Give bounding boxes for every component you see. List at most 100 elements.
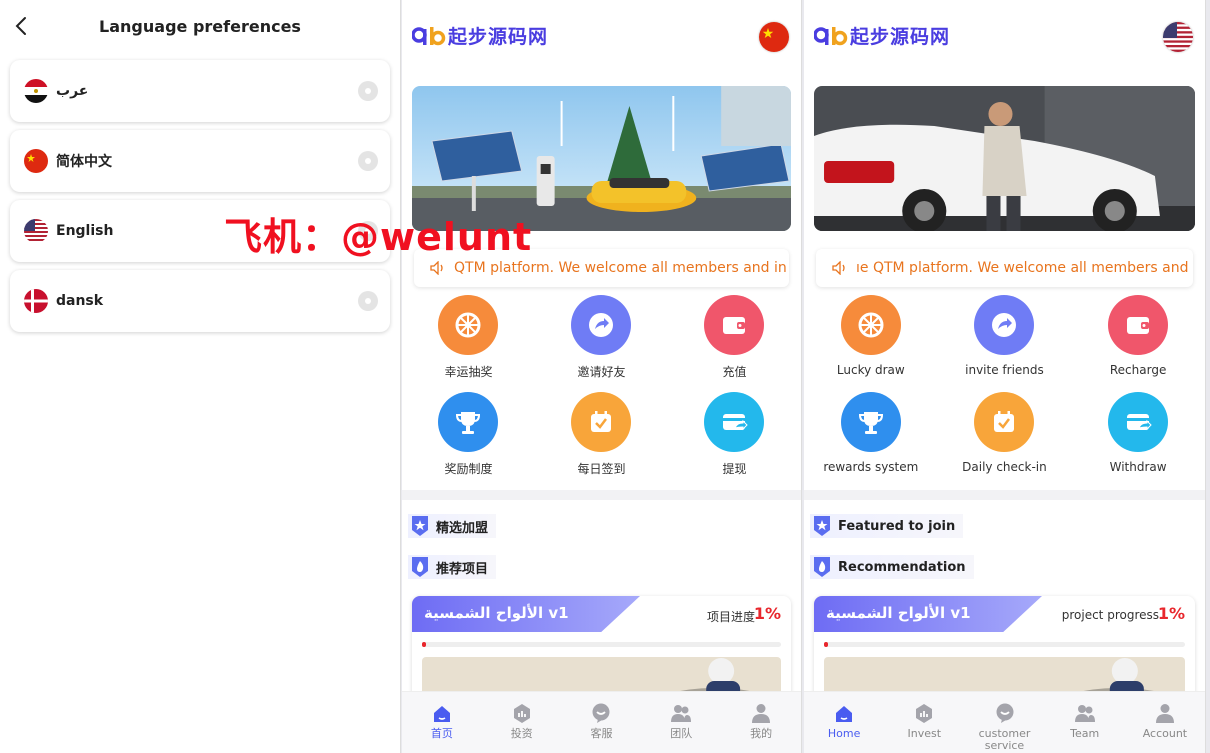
progress-track [422,642,781,647]
home-icon [836,706,853,722]
calendar-check-icon [571,392,632,452]
progress-track [824,642,1185,647]
grid-item-card[interactable]: Withdraw [1071,392,1205,489]
grid-label: 充值 [722,365,747,379]
wallet-icon [1108,295,1169,355]
home-screen-english: 起步源码网 ıe QTM platform. We welcome all me… [804,0,1206,753]
tab-chat[interactable]: 客服 [562,692,642,753]
tab-label: customer service [978,727,1031,752]
banner-ev-charging[interactable] [814,86,1195,231]
invest-icon [916,704,933,723]
language-radio[interactable] [358,291,378,311]
wheel-icon [840,295,901,355]
grid-label: rewards system [823,460,919,474]
top-bar: 起步源码网 [804,0,1205,66]
grid-item-trophy[interactable]: 奖励制度 [402,392,535,489]
grid-item-calendar-check[interactable]: Daily check-in [938,392,1072,489]
tab-home[interactable]: Home [804,692,884,753]
tab-account[interactable]: Account [1125,692,1205,753]
language-option-danish[interactable]: dansk [10,270,390,332]
tab-label: 首页 [430,727,453,740]
grid-item-share-arrow[interactable]: invite friends [938,295,1072,392]
tab-account[interactable]: 我的 [721,692,801,753]
notice-bar[interactable]: ıe QTM platform. We welcome all members … [816,249,1193,287]
grid-label: 提现 [722,462,747,476]
watermark-text: 飞机：@welunt [224,215,533,259]
tab-invest[interactable]: 投资 [482,692,562,753]
banner-image [814,86,1195,231]
back-arrow-icon[interactable] [12,14,32,38]
grid-item-wheel[interactable]: Lucky draw [804,295,938,392]
progress-fill [422,642,426,647]
tab-label: Team [1070,727,1100,740]
tab-label: 投资 [510,727,533,740]
tab-invest[interactable]: Invest [884,692,964,753]
usa-flag-icon [24,219,48,243]
egypt-flag-icon [24,79,48,103]
home-screen-chinese: 起步源码网 QTM platform. We welcome all membe… [402,0,802,753]
grid-label: invite friends [965,363,1044,377]
denmark-flag-icon [24,289,48,313]
project-header: الألواح الشمسية v1 project progress 1% [814,596,1195,632]
project-name: الألواح الشمسية v1 [826,604,971,622]
tab-chat[interactable]: customer service [964,692,1044,753]
lang-header: Language preferences [0,0,400,52]
usa-flag-icon[interactable] [1163,22,1193,52]
grid-item-trophy[interactable]: rewards system [804,392,938,489]
share-arrow-icon [974,295,1035,355]
grid-item-share-arrow[interactable]: 邀请好友 [535,295,668,392]
tab-label: Home [827,727,861,740]
grid-item-wallet[interactable]: Recharge [1071,295,1205,392]
feature-grid: Lucky draw invite friends Recharge rewards … [804,287,1205,489]
tab-team[interactable]: Team [1045,692,1125,753]
tab-home[interactable]: 首页 [402,692,482,753]
logo-text: 起步源码网 [850,26,951,48]
share-arrow-icon [571,295,632,355]
section-title: Featured to join [838,518,956,534]
tab-team[interactable]: 团队 [641,692,721,753]
tab-label: 团队 [670,727,693,740]
flame-badge-icon [814,557,830,577]
grid-label: Withdraw [1109,460,1167,474]
notice-text: ıe QTM platform. We welcome all members … [856,260,1189,276]
language-option-arabic[interactable]: عرب [10,60,390,122]
grid-label: 幸运抽奖 [444,365,493,379]
grid-item-wallet[interactable]: 充值 [668,295,801,392]
grid-item-card[interactable]: 提现 [668,392,801,489]
grid-label: 每日签到 [577,462,626,476]
grid-label: Recharge [1109,363,1167,377]
star-badge-icon [412,516,428,536]
home-icon [433,706,450,722]
site-logo: 起步源码网 [412,22,548,49]
account-icon [1155,704,1174,723]
language-label: 简体中文 [56,154,112,170]
project-progress-label: 项目进度 [706,610,755,624]
logo-mark-icon [814,26,848,45]
flame-badge-icon [412,557,428,577]
bottom-tab-bar: Home Invest customer service Team Account [804,691,1205,753]
language-radio[interactable] [358,151,378,171]
notice-text: QTM platform. We welcome all members and… [454,260,787,276]
tab-label: 客服 [590,727,613,740]
wheel-icon [438,295,499,355]
tab-label: Account [1142,727,1188,740]
card-icon [704,392,765,452]
top-bar: 起步源码网 [402,0,801,66]
china-flag-icon[interactable] [759,22,789,52]
section-title: 精选加盟 [436,520,489,536]
language-option-chinese[interactable]: 简体中文 [10,130,390,192]
grid-label: Lucky draw [836,363,905,377]
grid-item-calendar-check[interactable]: 每日签到 [535,392,668,489]
language-radio[interactable] [358,81,378,101]
language-preferences-screen: Language preferences عرب 简体中文 English da… [0,0,401,753]
calendar-check-icon [974,392,1035,452]
card-icon [1108,392,1169,452]
account-icon [752,704,771,723]
section-recommend: Recommendation [810,555,974,579]
grid-item-wheel[interactable]: 幸运抽奖 [402,295,535,392]
project-progress-label: project progress [1061,608,1159,622]
section-divider [804,490,1205,500]
chat-icon [996,703,1013,723]
team-icon [1074,705,1095,722]
grid-label: 奖励制度 [444,462,493,476]
